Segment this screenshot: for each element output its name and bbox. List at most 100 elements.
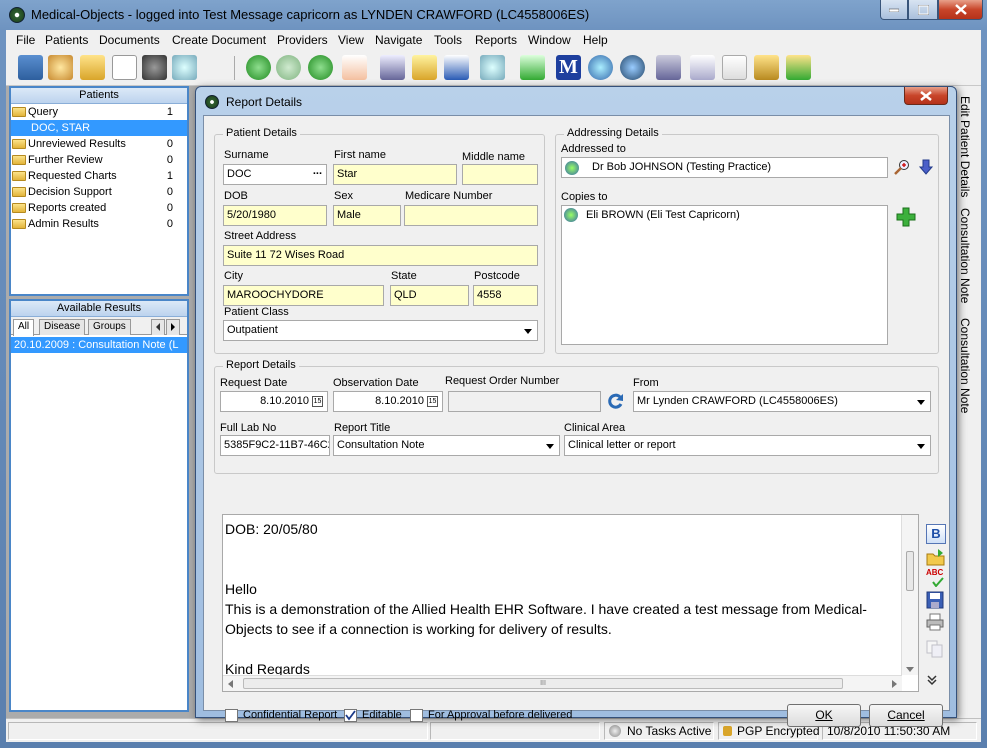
edit-pen-icon[interactable] bbox=[380, 55, 405, 80]
tab-edit-patient-details[interactable]: Edit Patient Details bbox=[958, 96, 972, 197]
forward-arrow-icon[interactable] bbox=[276, 55, 301, 80]
copy-documents-icon[interactable] bbox=[690, 55, 715, 80]
hscroll-thumb[interactable]: III bbox=[243, 678, 843, 689]
zoom-icon[interactable] bbox=[480, 55, 505, 80]
tree-item[interactable]: Requested Charts 1 bbox=[11, 168, 187, 184]
back-arrow-icon[interactable] bbox=[246, 55, 271, 80]
clinical-area-select[interactable]: Clinical letter or report bbox=[564, 435, 931, 456]
word-document-icon[interactable] bbox=[444, 55, 469, 80]
stack-icon[interactable] bbox=[754, 55, 779, 80]
copies-to-item[interactable]: Eli BROWN (Eli Test Capricorn) bbox=[562, 207, 887, 223]
refresh-order-button[interactable] bbox=[606, 393, 624, 411]
close-button[interactable] bbox=[938, 0, 983, 20]
exit-door-icon[interactable] bbox=[18, 55, 43, 80]
info-icon[interactable] bbox=[620, 55, 645, 80]
open-file-button[interactable] bbox=[926, 548, 946, 568]
dialog-close-button[interactable] bbox=[904, 87, 948, 105]
report-title-select[interactable]: Consultation Note bbox=[333, 435, 560, 456]
clipboard-icon[interactable] bbox=[722, 55, 747, 80]
tab-scroll-right[interactable] bbox=[166, 319, 180, 335]
new-report-icon[interactable] bbox=[412, 55, 437, 80]
scroll-down-icon[interactable] bbox=[906, 667, 914, 673]
ok-button[interactable]: OK bbox=[787, 704, 861, 727]
patient-search-icon[interactable] bbox=[48, 55, 73, 80]
surname-lookup-button[interactable]: ... bbox=[313, 165, 322, 181]
save-button[interactable] bbox=[926, 591, 946, 611]
menu-create-document[interactable]: Create Document bbox=[172, 33, 266, 47]
addressed-to-field[interactable]: Dr Bob JOHNSON (Testing Practice) bbox=[561, 157, 888, 178]
maximize-button[interactable] bbox=[908, 0, 938, 20]
magnifier-icon[interactable] bbox=[172, 55, 197, 80]
tab-scroll-left[interactable] bbox=[151, 319, 165, 335]
vertical-scrollbar[interactable] bbox=[901, 515, 918, 675]
scroll-left-icon[interactable] bbox=[227, 680, 233, 688]
medical-objects-m-icon[interactable]: M bbox=[556, 55, 581, 80]
tab-disease[interactable]: Disease bbox=[39, 319, 86, 335]
state-field[interactable]: QLD bbox=[390, 285, 469, 306]
menu-documents[interactable]: Documents bbox=[99, 33, 160, 47]
confidential-checkbox[interactable] bbox=[225, 709, 238, 722]
move-down-button[interactable] bbox=[918, 159, 934, 175]
tree-item[interactable]: DOC, STAR bbox=[11, 120, 187, 136]
copy-button[interactable] bbox=[926, 640, 946, 660]
tab-all[interactable]: All bbox=[13, 319, 35, 336]
scrollbar-thumb[interactable] bbox=[906, 551, 914, 591]
tree-item[interactable]: Unreviewed Results 0 bbox=[11, 136, 187, 152]
bold-format-button[interactable]: B bbox=[926, 524, 946, 544]
scroll-right-icon[interactable] bbox=[892, 680, 898, 688]
firstname-field[interactable]: Star bbox=[333, 164, 457, 185]
open-folder-icon[interactable] bbox=[80, 55, 105, 80]
menu-help[interactable]: Help bbox=[583, 33, 608, 47]
notepad-icon[interactable] bbox=[656, 55, 681, 80]
result-item[interactable]: 20.10.2009 : Consultation Note (L bbox=[11, 337, 187, 353]
more-tools-button[interactable] bbox=[926, 674, 946, 686]
menu-reports[interactable]: Reports bbox=[475, 33, 517, 47]
calendar-icon[interactable]: 15 bbox=[427, 396, 438, 407]
lookup-provider-button[interactable] bbox=[894, 159, 910, 175]
add-copy-button[interactable] bbox=[896, 207, 916, 227]
document-lock-icon[interactable] bbox=[342, 55, 367, 80]
print-button[interactable] bbox=[926, 613, 946, 633]
menu-view[interactable]: View bbox=[338, 33, 364, 47]
tree-item[interactable]: Further Review 0 bbox=[11, 152, 187, 168]
tab-groups[interactable]: Groups bbox=[88, 319, 131, 335]
horizontal-scrollbar[interactable]: III bbox=[223, 675, 902, 691]
sign-icon[interactable] bbox=[520, 55, 545, 80]
dob-field[interactable]: 5/20/1980 bbox=[223, 205, 327, 226]
cancel-button[interactable]: Cancel bbox=[869, 704, 943, 727]
tree-item[interactable]: Reports created 0 bbox=[11, 200, 187, 216]
copies-to-list[interactable]: Eli BROWN (Eli Test Capricorn) bbox=[561, 205, 888, 345]
menu-tools[interactable]: Tools bbox=[434, 33, 462, 47]
menu-providers[interactable]: Providers bbox=[277, 33, 328, 47]
tree-item[interactable]: Query 1 bbox=[11, 104, 187, 120]
menu-navigate[interactable]: Navigate bbox=[375, 33, 422, 47]
menu-file[interactable]: File bbox=[16, 33, 35, 47]
menu-window[interactable]: Window bbox=[528, 33, 571, 47]
report-text[interactable]: DOB: 20/05/80 Hello This is a demonstrat… bbox=[225, 519, 901, 679]
full-lab-no-field[interactable]: 5385F9C2-11B7-46C2 bbox=[220, 435, 330, 456]
from-select[interactable]: Mr Lynden CRAWFORD (LC4558006ES) bbox=[633, 391, 931, 412]
play-icon[interactable] bbox=[308, 55, 333, 80]
request-order-field[interactable] bbox=[448, 391, 601, 412]
calendar-icon[interactable]: 15 bbox=[312, 396, 323, 407]
tab-consultation-note-2[interactable]: Consultation Note bbox=[958, 318, 972, 413]
middlename-field[interactable] bbox=[462, 164, 538, 185]
city-field[interactable]: MAROOCHYDORE bbox=[223, 285, 384, 306]
globe-icon[interactable] bbox=[588, 55, 613, 80]
surname-field[interactable]: DOC ... bbox=[223, 164, 327, 185]
postcode-field[interactable]: 4558 bbox=[473, 285, 538, 306]
approval-checkbox[interactable] bbox=[410, 709, 423, 722]
binoculars-icon[interactable] bbox=[142, 55, 167, 80]
medicare-field[interactable] bbox=[404, 205, 538, 226]
minimize-button[interactable] bbox=[880, 0, 908, 20]
patient-class-select[interactable]: Outpatient bbox=[223, 320, 538, 341]
observation-date-field[interactable]: 8.10.2010 15 bbox=[333, 391, 443, 412]
tree-item[interactable]: Admin Results 0 bbox=[11, 216, 187, 232]
tree-item[interactable]: Decision Support 0 bbox=[11, 184, 187, 200]
address-field[interactable]: Suite 11 72 Wises Road bbox=[223, 245, 538, 266]
editable-checkbox[interactable] bbox=[344, 709, 357, 722]
sex-field[interactable]: Male bbox=[333, 205, 401, 226]
check-folder-icon[interactable] bbox=[786, 55, 811, 80]
spell-check-button[interactable]: ABC bbox=[926, 568, 946, 588]
request-date-field[interactable]: 8.10.2010 15 bbox=[220, 391, 328, 412]
